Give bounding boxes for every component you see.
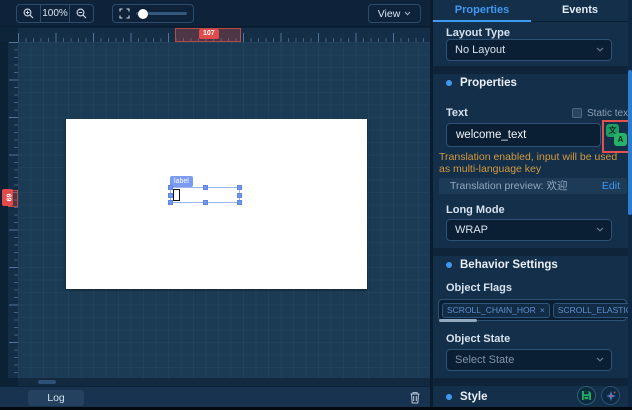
static-text-checkbox-label: Static text [587,108,631,119]
translation-preview-text: Translation preview: 欢迎 [450,180,567,192]
flag-chip-label: SCROLL_ELASTIC [558,305,632,315]
resize-handle-top-middle[interactable] [203,185,208,190]
resize-handle-bottom-right[interactable] [237,200,242,205]
zoom-out-button[interactable] [70,5,93,22]
horizontal-ruler: 107 [18,28,430,42]
crop-icon [119,8,130,19]
long-mode-value: WRAP [455,224,488,236]
panel-scrollbar[interactable] [628,0,632,407]
magnifier-minus-icon [76,8,87,19]
zoom-slider[interactable] [136,12,187,15]
flag-chip-label: SCROLL_CHAIN_HOR [447,305,536,315]
left-gutter [0,42,8,386]
selected-element-tag-badge: label [170,176,193,187]
view-dropdown-button[interactable]: View [368,4,421,23]
theme-style-button[interactable] [601,386,620,405]
missing-glyph-box [173,189,180,201]
panel-tabs: Properties Events [433,0,629,22]
design-canvas[interactable]: label [18,42,430,378]
translation-preview-row: Translation preview: 欢迎 Edit [439,178,627,194]
object-flags-label: Object Flags [446,282,512,294]
chevron-down-icon [596,357,604,362]
save-style-button[interactable] [577,386,596,405]
log-tab[interactable]: Log [28,390,84,406]
properties-panel: Properties Events Layout Type No Layout … [430,0,632,407]
static-text-checkbox[interactable] [572,108,582,118]
properties-section-title: Properties [460,77,517,89]
chevron-down-icon [596,227,604,232]
flag-chip[interactable]: SCROLL_CHAIN_HOR × [442,303,550,318]
object-state-placeholder: Select State [455,354,514,366]
canvas-toolbar: 100% View [0,0,430,27]
zoom-slider-group [112,4,194,23]
resize-handle-top-right[interactable] [237,185,242,190]
panel-scrollbar-thumb[interactable] [628,70,632,215]
section-bullet-icon [446,80,452,86]
chevron-down-icon [596,47,604,52]
section-divider [433,378,629,386]
log-bar: Log [0,386,430,407]
canvas-horizontal-scrollbar-thumb[interactable] [38,380,56,384]
behavior-section-title: Behavior Settings [460,259,558,271]
long-mode-label: Long Mode [446,204,505,216]
text-input[interactable]: welcome_text [446,123,601,147]
magnifier-plus-icon [23,8,34,19]
translation-note: Translation enabled, input will be used … [439,152,625,175]
object-state-select[interactable]: Select State [446,349,612,371]
style-actions [577,386,620,405]
view-button-label: View [378,8,401,20]
flag-chip[interactable]: SCROLL_ELASTIC× [553,303,632,318]
style-section-title: Style [460,391,488,403]
clear-log-button[interactable] [409,391,423,405]
selected-label-widget[interactable] [170,187,240,203]
section-divider [433,66,629,74]
translation-edit-link[interactable]: Edit [602,178,620,194]
tab-events[interactable]: Events [531,0,629,21]
layout-type-select[interactable]: No Layout [446,39,612,61]
trash-icon [409,391,421,404]
zoom-controls: 100% [16,4,94,23]
layout-type-value: No Layout [455,44,505,56]
long-mode-select[interactable]: WRAP [446,219,612,241]
behavior-section-header: Behavior Settings [446,259,558,271]
object-flags-multiselect[interactable]: SCROLL_CHAIN_HOR× SCROLL_ELASTIC× [438,299,627,321]
brush-theme-icon [605,390,617,402]
resize-handle-middle-right[interactable] [237,193,242,198]
horizontal-ruler-marker: 107 [199,29,219,39]
remove-flag-icon[interactable]: × [540,305,545,315]
section-bullet-icon [446,262,452,268]
section-bullet-icon [446,394,452,400]
chevron-down-icon [404,11,411,16]
zoom-slider-handle[interactable] [138,9,148,19]
vertical-ruler [8,42,18,378]
canvas-horizontal-scrollbar[interactable] [18,378,430,386]
layout-type-label: Layout Type [446,27,510,39]
resize-handle-bottom-middle[interactable] [203,200,208,205]
object-state-label: Object State [446,333,510,345]
style-section-header: Style [446,391,488,403]
zoom-level-display[interactable]: 100% [40,5,69,22]
ruler-corner [0,27,18,42]
section-divider [433,248,629,256]
properties-section-header: Properties [446,77,517,89]
tab-properties[interactable]: Properties [433,0,531,21]
flags-scrollbar-thumb[interactable] [439,319,477,322]
save-icon [581,390,592,401]
artboard-screen[interactable] [66,119,367,289]
text-field-label: Text [446,107,468,119]
zoom-in-button[interactable] [17,5,40,22]
vertical-ruler-marker: 69 [2,189,13,206]
